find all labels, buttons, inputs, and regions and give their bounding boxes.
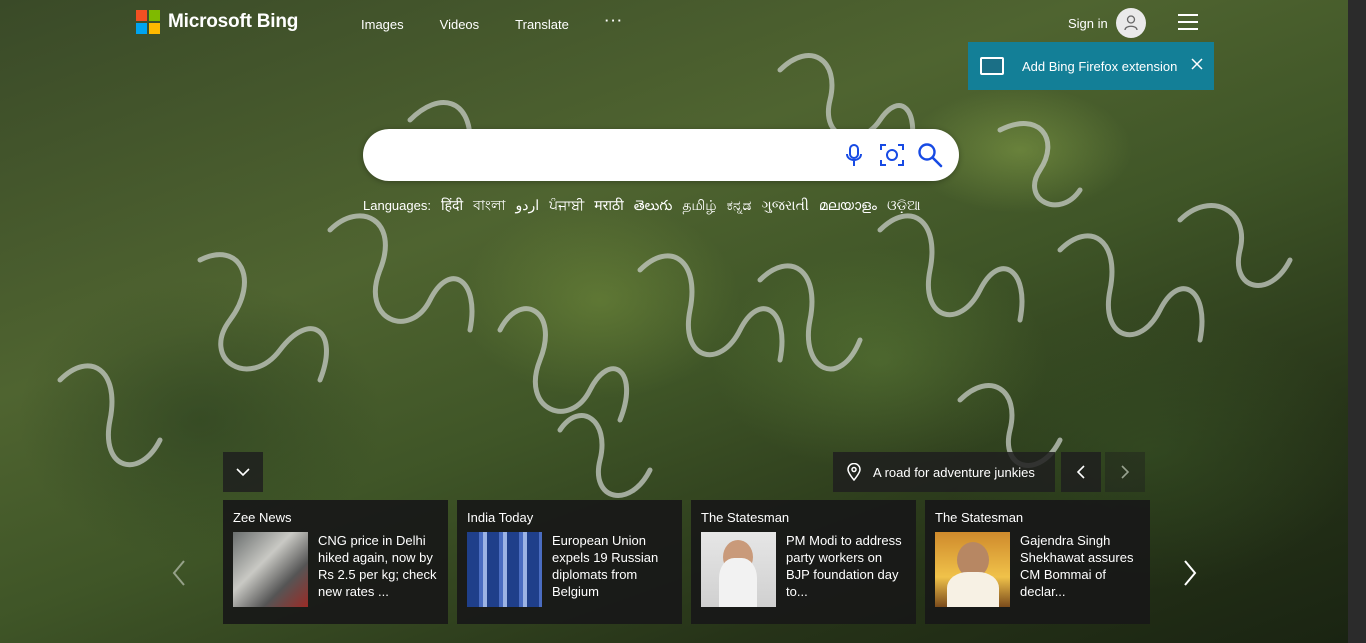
news-carousel: Zee News CNG price in Delhi hiked again,… — [223, 500, 1150, 624]
brand-name: Microsoft Bing — [168, 11, 299, 32]
news-title[interactable]: European Union expels 19 Russian diploma… — [552, 532, 672, 607]
language-links: Languages: हिंदी বাংলা اردو ਪੰਜਾਬੀ मराठी… — [363, 194, 931, 218]
nav-translate[interactable]: Translate — [515, 17, 569, 32]
hamburger-line-2 — [1178, 21, 1198, 23]
chevron-down-icon — [236, 468, 250, 477]
news-card[interactable]: Zee News CNG price in Delhi hiked again,… — [223, 500, 448, 624]
extension-icon — [980, 57, 1004, 75]
news-card[interactable]: India Today European Union expels 19 Rus… — [457, 500, 682, 624]
search-box — [363, 129, 959, 181]
extension-banner-label[interactable]: Add Bing Firefox extension — [1022, 59, 1177, 74]
hamburger-line-1 — [1178, 14, 1198, 16]
language-link[interactable]: ਪੰਜਾਬੀ — [549, 197, 584, 214]
news-previous-button[interactable] — [164, 553, 194, 593]
chevron-right-icon — [1121, 465, 1130, 479]
news-title[interactable]: PM Modi to address party workers on BJP … — [786, 532, 906, 607]
image-caption[interactable]: A road for adventure junkies — [833, 452, 1055, 492]
news-thumbnail — [233, 532, 308, 607]
chevron-left-icon — [172, 560, 185, 586]
sign-in-label: Sign in — [1068, 15, 1108, 31]
hamburger-line-3 — [1178, 28, 1198, 30]
news-source: The Statesman — [701, 510, 790, 525]
news-source: Zee News — [233, 510, 292, 525]
image-caption-text: A road for adventure junkies — [873, 464, 1035, 480]
chevron-left-icon — [1076, 465, 1085, 479]
previous-image-button[interactable] — [1061, 452, 1101, 492]
microphone-icon[interactable] — [841, 142, 867, 168]
search-input[interactable] — [383, 143, 833, 167]
close-icon[interactable] — [1191, 57, 1203, 75]
logo-square-blue — [136, 23, 147, 34]
location-pin-icon — [847, 463, 861, 481]
user-icon — [1115, 8, 1146, 38]
news-source: India Today — [467, 510, 534, 525]
news-thumbnail — [701, 532, 776, 607]
thumbnail-beard — [719, 558, 757, 607]
logo-square-yellow — [149, 23, 160, 34]
language-link[interactable]: मराठी — [594, 196, 623, 215]
bing-logo[interactable]: Microsoft Bing — [136, 10, 298, 34]
language-link[interactable]: हिंदी — [441, 196, 463, 215]
scrollbar[interactable] — [1348, 0, 1366, 643]
visual-search-icon[interactable] — [879, 142, 905, 168]
news-next-button[interactable] — [1175, 553, 1205, 593]
language-link[interactable]: ಕನ್ನಡ — [727, 197, 752, 214]
language-link[interactable]: தமிழ் — [682, 197, 716, 216]
nav-images[interactable]: Images — [361, 17, 404, 32]
thumbnail-shirt — [947, 572, 999, 607]
extension-banner[interactable]: Add Bing Firefox extension — [968, 42, 1214, 90]
news-title[interactable]: CNG price in Delhi hiked again, now by R… — [318, 532, 438, 607]
language-link[interactable]: اردو — [515, 197, 539, 214]
language-link[interactable]: বাংলা — [473, 194, 505, 218]
language-link[interactable]: ଓଡ଼ିଆ — [887, 197, 921, 214]
microsoft-logo-icon — [136, 10, 160, 34]
language-link[interactable]: తెలుగు — [634, 197, 673, 217]
language-link[interactable]: ગુજરાતી — [761, 197, 808, 214]
logo-square-red — [136, 10, 147, 21]
collapse-news-button[interactable] — [223, 452, 263, 492]
sign-in-button[interactable]: Sign in — [1068, 8, 1146, 38]
news-thumbnail — [935, 532, 1010, 607]
nav-more-button[interactable]: ··· — [605, 13, 624, 32]
chevron-right-icon — [1184, 560, 1197, 586]
hamburger-icon[interactable] — [1178, 14, 1198, 30]
search-icon[interactable] — [917, 142, 943, 168]
language-link[interactable]: മലയാളം — [819, 197, 877, 214]
news-card[interactable]: The Statesman Gajendra Singh Shekhawat a… — [925, 500, 1150, 624]
nav-videos[interactable]: Videos — [440, 17, 480, 32]
logo-square-green — [149, 10, 160, 21]
news-card[interactable]: The Statesman PM Modi to address party w… — [691, 500, 916, 624]
top-nav: Images Videos Translate ··· — [361, 13, 660, 32]
news-source: The Statesman — [935, 510, 1024, 525]
news-title[interactable]: Gajendra Singh Shekhawat assures CM Bomm… — [1020, 532, 1140, 607]
next-image-button[interactable] — [1105, 452, 1145, 492]
languages-label: Languages: — [363, 198, 431, 213]
news-thumbnail — [467, 532, 542, 607]
